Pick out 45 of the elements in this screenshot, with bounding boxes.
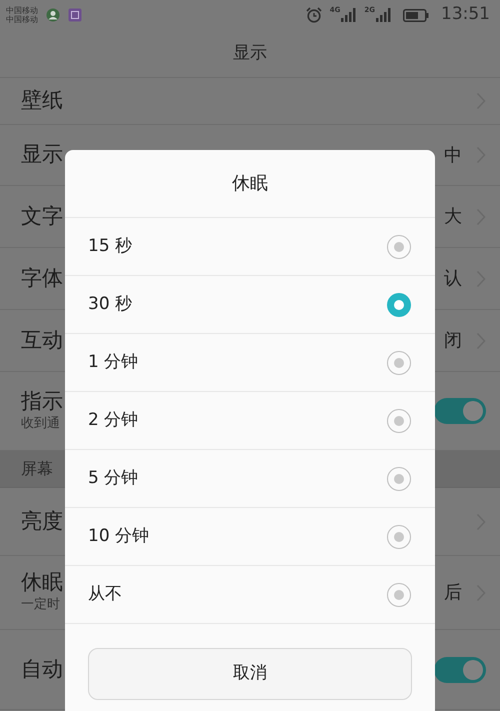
signal-icon [340, 7, 356, 23]
setting-label: 壁纸 [21, 88, 63, 114]
toggle-switch[interactable] [434, 398, 486, 424]
setting-description: 收到通 [21, 414, 61, 433]
setting-label: 休眠 [21, 570, 63, 596]
option-label: 10 分钟 [88, 524, 150, 548]
radio-button[interactable] [387, 524, 411, 548]
setting-value: 认 [444, 267, 462, 291]
setting-label: 文字 [21, 204, 63, 230]
carrier-name: 中国移动 [6, 15, 38, 24]
radio-button[interactable] [387, 292, 411, 316]
setting-label: 亮度 [21, 508, 63, 534]
option-label: 30 秒 [88, 292, 132, 316]
setting-label: 显示 [21, 142, 63, 168]
option-label: 5 分钟 [88, 466, 138, 490]
app-notification-icon [46, 8, 60, 22]
radio-button[interactable] [387, 466, 411, 490]
setting-label: 指示 [21, 388, 63, 414]
setting-value: 大 [444, 205, 462, 229]
setting-label: 互动 [21, 328, 63, 354]
signal-icon [375, 7, 391, 23]
option-label: 15 秒 [88, 234, 132, 258]
dialog-title: 休眠 [232, 172, 268, 196]
setting-label: 自动 [21, 656, 63, 682]
gallery-notification-icon [68, 8, 82, 22]
option-label: 1 分钟 [88, 350, 138, 374]
screen-title: 显示 [233, 42, 267, 65]
alarm-icon [306, 7, 322, 23]
status-time: 13:51 [441, 3, 490, 26]
battery-icon [403, 8, 429, 22]
toggle-switch[interactable] [434, 656, 486, 682]
setting-description: 一定时 [21, 596, 61, 614]
radio-button[interactable] [387, 350, 411, 374]
option-label: 从不 [88, 582, 122, 606]
setting-value: 后 [444, 581, 462, 605]
carrier-name: 中国移动 [6, 6, 38, 15]
radio-button[interactable] [387, 408, 411, 432]
setting-label: 字体 [21, 266, 63, 292]
section-header: 屏幕 [21, 458, 53, 480]
radio-button[interactable] [387, 234, 411, 258]
option-label: 2 分钟 [88, 408, 138, 432]
radio-button[interactable] [387, 582, 411, 606]
cancel-button[interactable]: 取消 [88, 648, 412, 700]
setting-value: 闭 [444, 329, 462, 353]
setting-value: 中 [444, 144, 462, 168]
